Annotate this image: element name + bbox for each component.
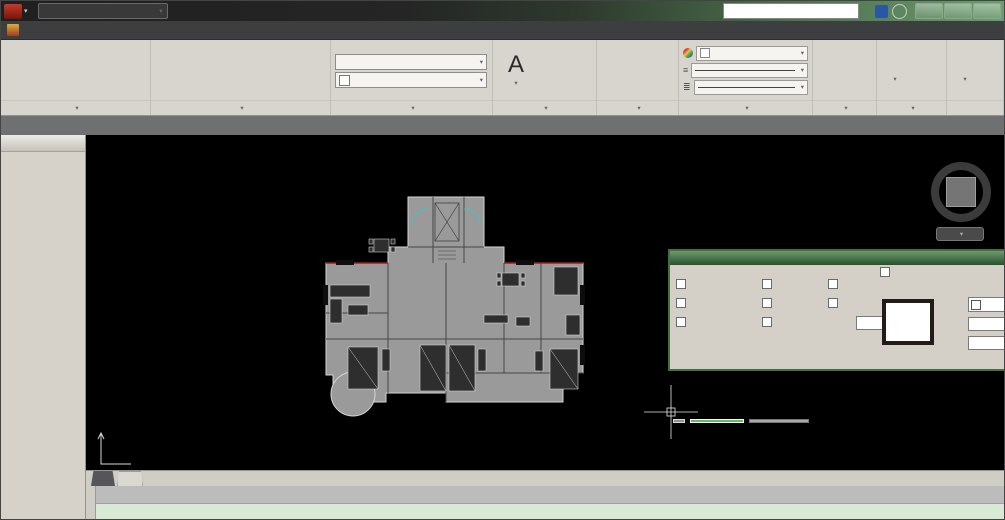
sidebar-title[interactable]: [1, 135, 85, 152]
color-wheel-icon: [683, 48, 693, 58]
layer-state-dropdown[interactable]: ▾: [335, 54, 487, 70]
command-history: [86, 486, 1004, 504]
checkbox-area-unit[interactable]: [762, 298, 775, 308]
checkbox-half-area[interactable]: [762, 317, 775, 327]
tab-layout1[interactable]: [117, 471, 143, 487]
lineweight-dropdown[interactable]: ▾: [694, 80, 808, 95]
checkbox-show-fill[interactable]: [880, 267, 893, 277]
panel-label[interactable]: ▾: [1, 100, 150, 115]
panel-label[interactable]: ▾: [597, 100, 678, 115]
viewcube-top[interactable]: [946, 177, 976, 207]
measure-button[interactable]: ▾: [881, 55, 909, 85]
ribbon-panel-block: ▾: [597, 40, 679, 115]
dynamic-input-tooltip: [673, 419, 809, 423]
exchange-icon[interactable]: [875, 5, 888, 18]
window-controls: [915, 3, 1001, 19]
command-scrollbar[interactable]: [86, 486, 96, 520]
layout-tab-bar: [86, 470, 1004, 486]
toolbar-row: [1, 116, 1004, 135]
ribbon-panel-annotate: A▾ ▾: [493, 40, 597, 115]
chevron-down-icon[interactable]: ▾: [24, 7, 28, 15]
checkbox-3d-floor[interactable]: [828, 279, 841, 289]
text-icon: A: [508, 52, 524, 78]
autocad-logo-icon[interactable]: [4, 4, 22, 19]
color-dropdown[interactable]: [968, 297, 1004, 312]
dialog-title-bar[interactable]: [670, 251, 1004, 265]
tarch-icon: [7, 24, 19, 36]
coordinate-y-field[interactable]: [749, 419, 809, 423]
panel-label[interactable]: ▾: [493, 100, 596, 115]
panel-label[interactable]: ▾: [151, 100, 330, 115]
workspace-switcher[interactable]: ▾: [38, 3, 168, 19]
wcs-dropdown[interactable]: ▾: [936, 227, 984, 241]
window-title: [170, 5, 721, 17]
panel-label[interactable]: ▾: [331, 100, 492, 115]
checkbox-annotate-area[interactable]: [762, 279, 775, 289]
ribbon-panel-properties: ▾ ≡ ▾ ≣ ▾ ▾: [679, 40, 813, 115]
insert-block-button[interactable]: [601, 61, 639, 80]
ribbon-panel-clipboard: ▾: [947, 40, 1004, 115]
application-window: ▾ ▾ ▾: [0, 0, 1005, 520]
help-icon[interactable]: [892, 4, 907, 19]
chevron-down-icon: ▾: [159, 7, 162, 15]
close-button[interactable]: [973, 3, 1001, 19]
restore-button[interactable]: [944, 3, 972, 19]
linetype-icon: ≡: [683, 65, 688, 75]
fill-preview-swatch[interactable]: [882, 299, 934, 345]
panel-label: [947, 100, 1003, 115]
ribbon-panel-modify: ▾: [151, 40, 331, 115]
tarch-sidebar: [1, 135, 86, 520]
coordinate-x-field[interactable]: [690, 419, 744, 423]
ribbon: ▾ ▾ ▾ ▾ ▾ A▾ ▾: [1, 40, 1004, 116]
lineweight-icon: ≣: [683, 82, 691, 93]
title-bar: ▾ ▾: [1, 1, 1004, 21]
color-dropdown[interactable]: ▾: [696, 46, 808, 61]
command-line-area[interactable]: [86, 486, 1004, 520]
checkbox-mask-background[interactable]: [828, 298, 841, 308]
checkbox-show-room-name[interactable]: [676, 279, 689, 289]
layer-dropdown[interactable]: ▾: [335, 72, 487, 88]
infocenter: [723, 3, 907, 19]
menu-bar: [1, 21, 1004, 40]
panel-label[interactable]: ▾: [679, 100, 812, 115]
linetype-dropdown[interactable]: ▾: [691, 63, 808, 78]
area-query-dialog: [668, 249, 1004, 371]
rotation-field[interactable]: [968, 336, 1004, 350]
minimize-button[interactable]: [915, 3, 943, 19]
ribbon-panel-utilities: ▾ ▾: [877, 40, 947, 115]
group-button[interactable]: [817, 61, 843, 80]
ribbon-panel-draw: ▾: [1, 40, 151, 115]
ucs-icon: [98, 433, 131, 464]
text-button[interactable]: A▾: [497, 52, 535, 89]
paste-button[interactable]: ▾: [951, 55, 979, 85]
search-input[interactable]: [723, 3, 859, 19]
viewcube[interactable]: [929, 160, 993, 224]
checkbox-create-room-object[interactable]: [676, 317, 689, 327]
crosshair-cursor: [644, 385, 698, 439]
drawing-canvas[interactable]: ▾: [86, 135, 1004, 470]
scale-field[interactable]: [968, 317, 1004, 331]
panel-label[interactable]: ▾: [813, 100, 876, 115]
ribbon-panel-layers: ▾ ▾ ▾: [331, 40, 493, 115]
tab-model[interactable]: [91, 471, 115, 486]
checkbox-show-room-number[interactable]: [676, 298, 689, 308]
panel-label[interactable]: ▾: [877, 100, 946, 115]
layer-color-swatch: [339, 75, 350, 86]
command-prompt[interactable]: [86, 504, 1004, 520]
ribbon-panel-group: ▾: [813, 40, 877, 115]
prompt-text: [673, 419, 685, 423]
